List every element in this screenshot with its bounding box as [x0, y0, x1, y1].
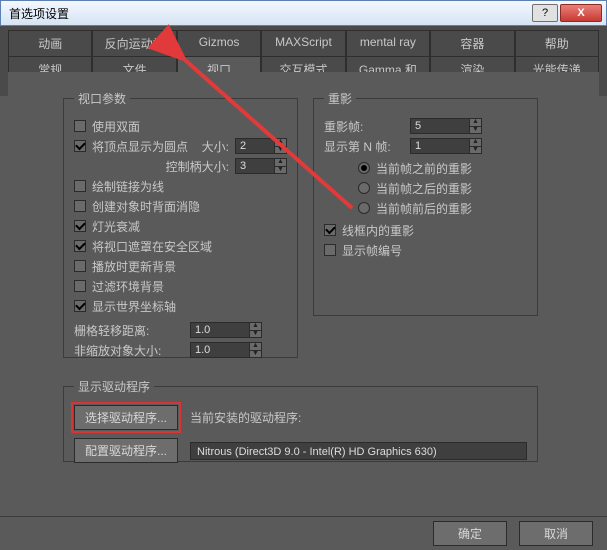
chk-backface-cull[interactable]	[74, 200, 86, 212]
content-pane: 视口参数 使用双面 将顶点显示为圆点 大小: 2 ▲▼ 控制柄大小: 3 ▲▼ …	[8, 72, 599, 510]
config-driver-button[interactable]: 配置驱动程序...	[74, 438, 178, 463]
choose-driver-button[interactable]: 选择驱动程序...	[74, 405, 178, 430]
tab-mental ray[interactable]: mental ray	[346, 30, 430, 56]
chk-use-dual-face[interactable]	[74, 120, 86, 132]
lbl-dot-size: 大小:	[202, 138, 229, 155]
ok-button[interactable]: 确定	[433, 521, 507, 546]
lbl-show-frame-num: 显示帧编号	[342, 242, 402, 259]
lbl-ghost-before: 当前帧之前的重影	[376, 160, 472, 177]
chk-mask-safe[interactable]	[74, 240, 86, 252]
current-driver-value: Nitrous (Direct3D 9.0 - Intel(R) HD Grap…	[190, 442, 527, 460]
radio-ghost-both[interactable]	[358, 202, 370, 214]
group-viewport-legend: 视口参数	[74, 90, 130, 107]
lbl-current-driver: 当前安装的驱动程序:	[190, 409, 301, 426]
cancel-button[interactable]: 取消	[519, 521, 593, 546]
tab-容器[interactable]: 容器	[430, 30, 514, 56]
lbl-backface-cull: 创建对象时背面消隐	[92, 198, 200, 215]
group-driver-legend: 显示驱动程序	[74, 378, 154, 395]
tab-MAXScript[interactable]: MAXScript	[261, 30, 345, 56]
lbl-update-bg: 播放时更新背景	[92, 258, 176, 275]
spinner-nonscale[interactable]: 1.0 ▲▼	[190, 342, 262, 358]
lbl-world-axis: 显示世界坐标轴	[92, 298, 176, 315]
lbl-links-as-line: 绘制链接为线	[92, 178, 164, 195]
radio-ghost-before[interactable]	[358, 162, 370, 174]
spinner-dot-size[interactable]: 2 ▲▼	[235, 138, 287, 154]
lbl-ghost-frames: 重影帧:	[324, 118, 404, 135]
spinner-handle-size[interactable]: 3 ▲▼	[235, 158, 287, 174]
lbl-use-dual-face: 使用双面	[92, 118, 140, 135]
lbl-show-nth: 显示第 N 帧:	[324, 138, 404, 155]
down-icon[interactable]: ▼	[275, 147, 286, 154]
chk-light-attenuation[interactable]	[74, 220, 86, 232]
down-icon[interactable]: ▼	[250, 331, 261, 338]
down-icon[interactable]: ▼	[470, 147, 481, 154]
lbl-light-attenuation: 灯光衰减	[92, 218, 140, 235]
down-icon[interactable]: ▼	[250, 351, 261, 358]
lbl-ghost-after: 当前帧之后的重影	[376, 180, 472, 197]
lbl-filter-env: 过滤环境背景	[92, 278, 164, 295]
tab-row-1: 动画反向运动学GizmosMAXScriptmental ray容器帮助	[8, 30, 599, 56]
tab-Gizmos[interactable]: Gizmos	[177, 30, 261, 56]
lbl-vertex-as-dot: 将顶点显示为圆点	[92, 138, 188, 155]
lbl-nonscale: 非缩放对象大小:	[74, 342, 184, 359]
chk-filter-env[interactable]	[74, 280, 86, 292]
help-button[interactable]: ?	[532, 4, 558, 22]
group-display-driver: 显示驱动程序 选择驱动程序... 当前安装的驱动程序: 配置驱动程序... Ni…	[63, 378, 538, 462]
down-icon[interactable]: ▼	[470, 127, 481, 134]
chk-show-frame-num[interactable]	[324, 244, 336, 256]
lbl-ghost-both: 当前帧前后的重影	[376, 200, 472, 217]
tab-动画[interactable]: 动画	[8, 30, 92, 56]
group-ghosting: 重影 重影帧: 5 ▲▼ 显示第 N 帧: 1 ▲▼ 当前帧之前的重影 当前帧之…	[313, 90, 538, 316]
chk-links-as-line[interactable]	[74, 180, 86, 192]
radio-ghost-after[interactable]	[358, 182, 370, 194]
window-title: 首选项设置	[5, 5, 530, 22]
tab-反向运动学[interactable]: 反向运动学	[92, 30, 176, 56]
group-ghost-legend: 重影	[324, 90, 356, 107]
chk-world-axis[interactable]	[74, 300, 86, 312]
dialog-footer: 确定 取消	[0, 516, 607, 550]
chk-update-bg[interactable]	[74, 260, 86, 272]
tab-帮助[interactable]: 帮助	[515, 30, 599, 56]
down-icon[interactable]: ▼	[275, 167, 286, 174]
chk-wireframe-ghost[interactable]	[324, 224, 336, 236]
spinner-ghost-frames[interactable]: 5 ▲▼	[410, 118, 482, 134]
lbl-grid-nudge: 栅格轻移距离:	[74, 322, 184, 339]
spinner-show-nth[interactable]: 1 ▲▼	[410, 138, 482, 154]
title-bar: 首选项设置 ? X	[0, 0, 607, 26]
group-viewport-params: 视口参数 使用双面 将顶点显示为圆点 大小: 2 ▲▼ 控制柄大小: 3 ▲▼ …	[63, 90, 298, 358]
spinner-grid-nudge[interactable]: 1.0 ▲▼	[190, 322, 262, 338]
chk-vertex-as-dot[interactable]	[74, 140, 86, 152]
lbl-wireframe-ghost: 线框内的重影	[342, 222, 414, 239]
lbl-mask-safe: 将视口遮罩在安全区域	[92, 238, 212, 255]
close-button[interactable]: X	[560, 4, 602, 22]
lbl-handle-size: 控制柄大小:	[166, 158, 229, 175]
